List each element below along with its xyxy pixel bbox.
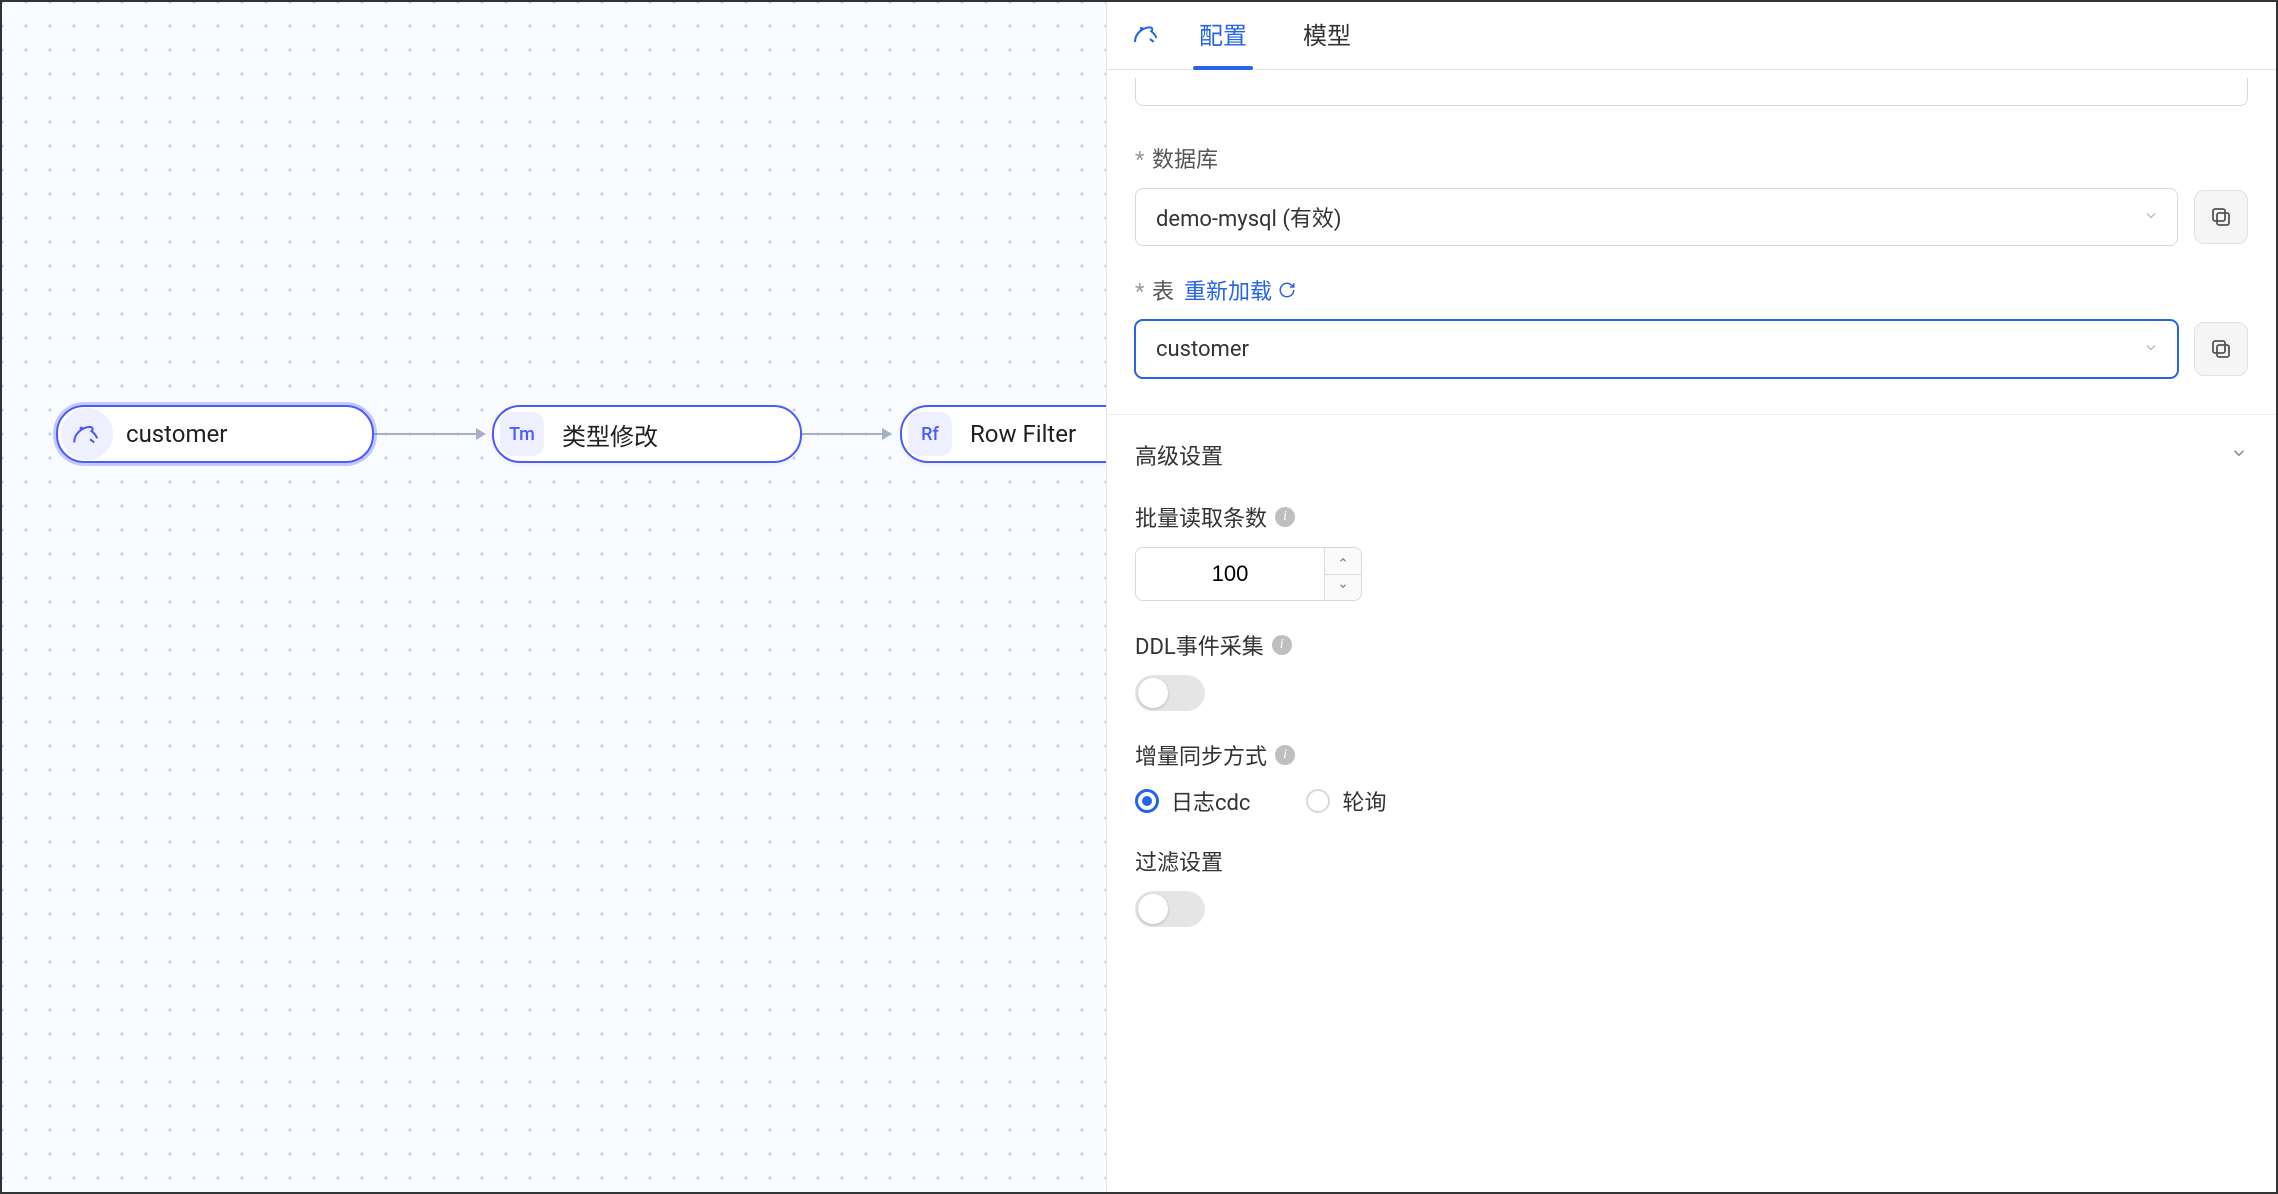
- side-panel: 配置 模型 * 数据库 demo-mysql (有效): [1106, 2, 2276, 1192]
- filter-toggle[interactable]: [1135, 891, 1205, 927]
- edge-1-2: [372, 433, 484, 435]
- top-select[interactable]: [1135, 78, 2248, 106]
- chevron-down-icon: [2230, 443, 2248, 468]
- chevron-down-icon: [2143, 337, 2159, 362]
- radio-unchecked-icon: [1306, 789, 1330, 813]
- radio-polling[interactable]: 轮询: [1306, 785, 1386, 817]
- chevron-down-icon: [2143, 205, 2159, 230]
- tab-model[interactable]: 模型: [1291, 2, 1363, 70]
- table-value: customer: [1156, 337, 1249, 362]
- mysql-icon: [1131, 18, 1163, 54]
- advanced-section-header[interactable]: 高级设置: [1107, 414, 2276, 471]
- database-select[interactable]: demo-mysql (有效): [1135, 188, 2178, 246]
- label-sync-method: 增量同步方式 i: [1135, 739, 2248, 771]
- info-icon[interactable]: i: [1275, 745, 1295, 765]
- info-icon[interactable]: i: [1275, 507, 1295, 527]
- advanced-title: 高级设置: [1135, 439, 1223, 471]
- rf-badge-icon: Rf: [908, 412, 952, 456]
- info-icon[interactable]: i: [1272, 635, 1292, 655]
- node-customer[interactable]: customer: [56, 405, 374, 463]
- database-value: demo-mysql (有效): [1156, 201, 1342, 233]
- copy-database-button[interactable]: [2194, 190, 2248, 244]
- reload-link[interactable]: 重新加载: [1184, 274, 1296, 306]
- edge-2-3: [802, 433, 890, 435]
- label-ddl-capture: DDL事件采集 i: [1135, 629, 2248, 661]
- node-label: 类型修改: [562, 417, 658, 452]
- batch-read-field[interactable]: [1136, 548, 1324, 600]
- stepper-up[interactable]: [1325, 548, 1361, 575]
- reload-icon: [1278, 281, 1296, 299]
- node-label: customer: [126, 420, 227, 448]
- batch-read-input[interactable]: [1135, 547, 1362, 601]
- mysql-icon: [61, 408, 113, 460]
- radio-checked-icon: [1135, 789, 1159, 813]
- table-select[interactable]: customer: [1135, 320, 2178, 378]
- panel-tabs: 配置 模型: [1107, 2, 2276, 70]
- ddl-capture-toggle[interactable]: [1135, 675, 1205, 711]
- tm-badge-icon: Tm: [500, 412, 544, 456]
- label-table: * 表 重新加载: [1135, 274, 2248, 306]
- tab-config[interactable]: 配置: [1187, 2, 1259, 70]
- node-label: Row Filter: [970, 420, 1076, 448]
- node-row-filter[interactable]: Rf Row Filter: [900, 405, 1106, 463]
- label-filter: 过滤设置: [1135, 845, 2248, 877]
- label-database: * 数据库: [1135, 142, 2248, 174]
- label-batch-read: 批量读取条数 i: [1135, 501, 2248, 533]
- stepper-down[interactable]: [1325, 575, 1361, 601]
- radio-log-cdc[interactable]: 日志cdc: [1135, 785, 1250, 817]
- pipeline-canvas[interactable]: customer Tm 类型修改 Rf Row Filter: [2, 2, 1106, 1192]
- copy-table-button[interactable]: [2194, 322, 2248, 376]
- node-type-modify[interactable]: Tm 类型修改: [492, 405, 802, 463]
